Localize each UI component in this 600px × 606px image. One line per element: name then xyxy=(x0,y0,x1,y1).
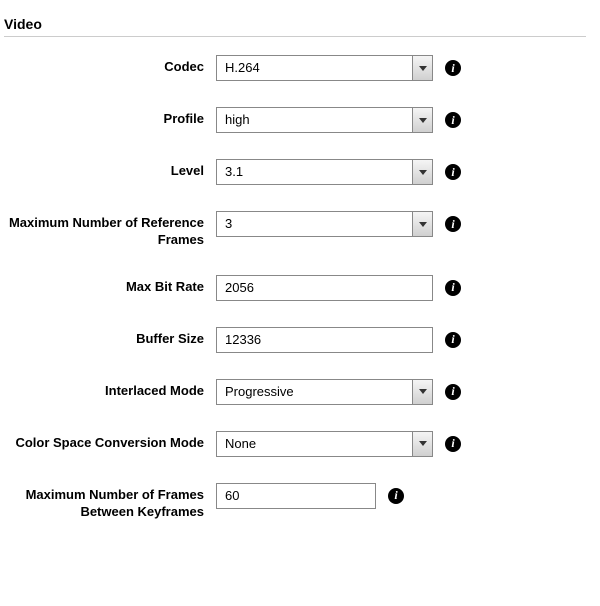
info-icon[interactable]: i xyxy=(445,280,461,296)
chevron-down-icon xyxy=(412,380,432,404)
label-interlaced: Interlaced Mode xyxy=(4,379,216,400)
select-level[interactable]: 3.1 xyxy=(216,159,433,185)
chevron-down-icon xyxy=(412,108,432,132)
select-profile-value: high xyxy=(217,108,412,132)
section-title-video: Video xyxy=(4,10,586,37)
info-icon[interactable]: i xyxy=(445,384,461,400)
info-icon[interactable]: i xyxy=(445,216,461,232)
input-max-frames-key[interactable] xyxy=(216,483,376,509)
row-interlaced: Interlaced Mode Progressive i xyxy=(4,379,586,405)
label-profile: Profile xyxy=(4,107,216,128)
info-icon[interactable]: i xyxy=(445,332,461,348)
select-profile[interactable]: high xyxy=(216,107,433,133)
input-max-bit-rate[interactable] xyxy=(216,275,433,301)
info-icon[interactable]: i xyxy=(445,60,461,76)
chevron-down-icon xyxy=(412,212,432,236)
info-icon[interactable]: i xyxy=(445,436,461,452)
info-icon[interactable]: i xyxy=(445,164,461,180)
input-buffer-size[interactable] xyxy=(216,327,433,353)
select-max-ref-frames[interactable]: 3 xyxy=(216,211,433,237)
row-max-bit-rate: Max Bit Rate i xyxy=(4,275,586,301)
row-profile: Profile high i xyxy=(4,107,586,133)
label-buffer-size: Buffer Size xyxy=(4,327,216,348)
select-codec[interactable]: H.264 xyxy=(216,55,433,81)
row-level: Level 3.1 i xyxy=(4,159,586,185)
select-codec-value: H.264 xyxy=(217,56,412,80)
label-max-bit-rate: Max Bit Rate xyxy=(4,275,216,296)
select-interlaced-value: Progressive xyxy=(217,380,412,404)
info-icon[interactable]: i xyxy=(388,488,404,504)
chevron-down-icon xyxy=(412,160,432,184)
chevron-down-icon xyxy=(412,56,432,80)
label-color-space: Color Space Conversion Mode xyxy=(4,431,216,452)
label-codec: Codec xyxy=(4,55,216,76)
label-max-frames-key: Maximum Number of Frames Between Keyfram… xyxy=(4,483,216,521)
select-interlaced[interactable]: Progressive xyxy=(216,379,433,405)
row-color-space: Color Space Conversion Mode None i xyxy=(4,431,586,457)
select-color-space[interactable]: None xyxy=(216,431,433,457)
row-buffer-size: Buffer Size i xyxy=(4,327,586,353)
select-color-space-value: None xyxy=(217,432,412,456)
label-max-ref-frames: Maximum Number of Reference Frames xyxy=(4,211,216,249)
info-icon[interactable]: i xyxy=(445,112,461,128)
select-max-ref-frames-value: 3 xyxy=(217,212,412,236)
label-level: Level xyxy=(4,159,216,180)
select-level-value: 3.1 xyxy=(217,160,412,184)
row-max-ref-frames: Maximum Number of Reference Frames 3 i xyxy=(4,211,586,249)
chevron-down-icon xyxy=(412,432,432,456)
row-codec: Codec H.264 i xyxy=(4,55,586,81)
row-max-frames-key: Maximum Number of Frames Between Keyfram… xyxy=(4,483,586,521)
